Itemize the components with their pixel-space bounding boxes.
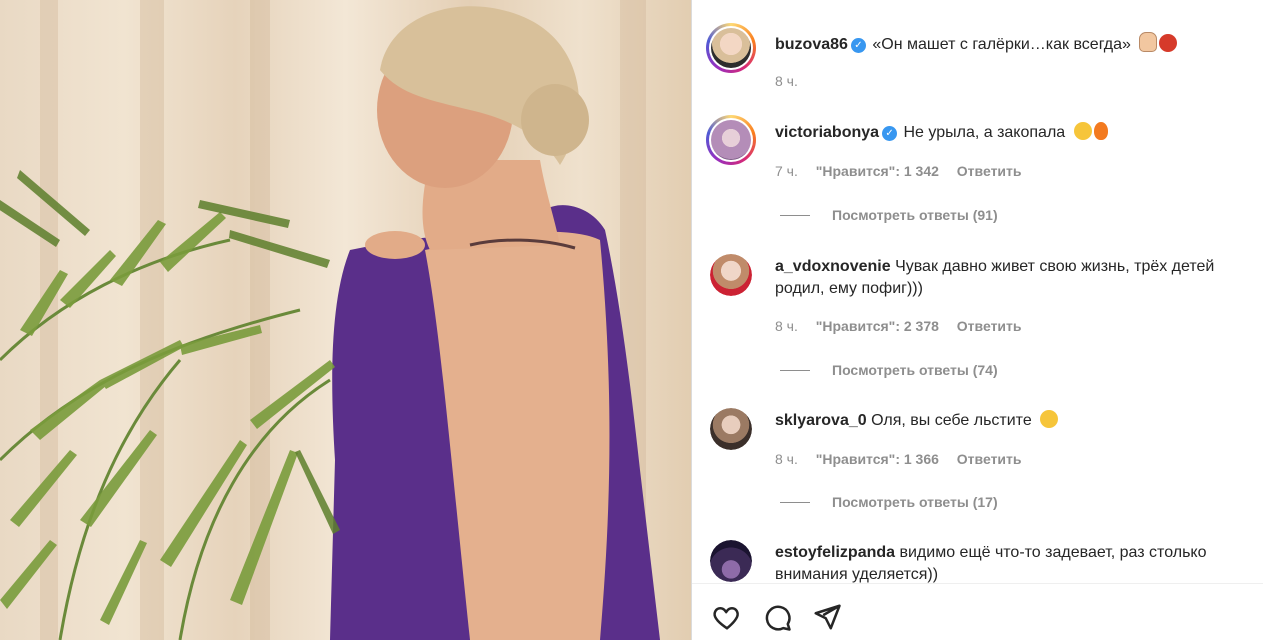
view-replies-label: Посмотреть ответы (74) (832, 362, 998, 378)
avatar[interactable] (710, 254, 752, 296)
username[interactable]: victoriabonya (775, 124, 879, 141)
timestamp[interactable]: 8 ч. (775, 73, 798, 89)
comment-text-row: estoyfelizpanda видимо ещё что-то задева… (775, 542, 1245, 583)
action-bar (692, 583, 1263, 641)
replies-divider-line (780, 369, 810, 371)
comments-panel: buzova86 ✓ «Он машет с галёрки…как всегда… (692, 0, 1263, 640)
username[interactable]: a_vdoxnovenie (775, 258, 891, 275)
verified-badge-icon: ✓ (882, 126, 898, 141)
username[interactable]: buzova86 (775, 36, 848, 53)
comment-text-row: a_vdoxnovenie Чувак давно живет свою жиз… (775, 256, 1245, 300)
view-replies-button[interactable]: Посмотреть ответы (91) (780, 207, 998, 223)
comment-text: Оля, вы себе льстите (871, 412, 1032, 429)
heart-icon[interactable] (712, 602, 742, 632)
comment-text-row: sklyarova_0 Оля, вы себе льстите (775, 410, 1245, 432)
caption-comment: buzova86 ✓ «Он машет с галёрки…как всегда… (692, 0, 1263, 110)
comment-text: Не урыла, а закопала (903, 124, 1066, 141)
comment-text-row: buzova86 ✓ «Он машет с галёрки…как всегда… (775, 32, 1245, 56)
avatar[interactable] (706, 115, 756, 165)
share-icon[interactable] (812, 602, 842, 632)
comment: estoyfelizpanda видимо ещё что-то задева… (692, 535, 1263, 583)
reply-button[interactable]: Ответить (957, 451, 1022, 467)
replies-divider-line (780, 214, 810, 216)
comment-text: «Он машет с галёрки…как всегда» (872, 36, 1131, 53)
raised-hand-emoji-icon (1139, 32, 1158, 52)
fire-emoji-icon (1093, 122, 1108, 140)
view-replies-label: Посмотреть ответы (91) (832, 207, 998, 223)
comment: sklyarova_0 Оля, вы себе льстите 8 ч. "Н… (692, 400, 1263, 520)
avatar[interactable] (710, 408, 752, 450)
username[interactable]: sklyarova_0 (775, 412, 867, 429)
comment-meta: 8 ч. "Нравится": 2 378 Ответить (775, 318, 1036, 334)
photo-illustration (0, 0, 660, 640)
avatar[interactable] (710, 540, 752, 582)
comment-icon[interactable] (762, 602, 792, 632)
post-photo (0, 0, 691, 640)
timestamp[interactable]: 7 ч. (775, 163, 798, 179)
laughing-emoji-icon (1073, 122, 1092, 140)
username[interactable]: estoyfelizpanda (775, 544, 895, 561)
comment-meta: 8 ч. (775, 73, 812, 89)
view-replies-label: Посмотреть ответы (17) (832, 494, 998, 510)
replies-divider-line (780, 501, 810, 503)
comment: victoriabonya ✓ Не урыла, а закопала 7 ч.… (692, 110, 1263, 240)
laughing-emoji-icon (1040, 410, 1059, 428)
comment-meta: 7 ч. "Нравится": 1 342 Ответить (775, 163, 1036, 179)
comment: a_vdoxnovenie Чувак давно живет свою жиз… (692, 250, 1263, 390)
comment-text-row: victoriabonya ✓ Не урыла, а закопала (775, 122, 1245, 144)
reply-button[interactable]: Ответить (957, 163, 1022, 179)
likes-count[interactable]: "Нравится": 2 378 (816, 318, 939, 334)
timestamp[interactable]: 8 ч. (775, 318, 798, 334)
avatar[interactable] (706, 23, 756, 73)
view-replies-button[interactable]: Посмотреть ответы (74) (780, 362, 998, 378)
comment-meta: 8 ч. "Нравится": 1 366 Ответить (775, 451, 1036, 467)
view-replies-button[interactable]: Посмотреть ответы (17) (780, 494, 998, 510)
verified-badge-icon: ✓ (850, 38, 866, 53)
timestamp[interactable]: 8 ч. (775, 451, 798, 467)
reply-button[interactable]: Ответить (957, 318, 1022, 334)
smiling-devil-emoji-icon (1159, 34, 1178, 52)
likes-count[interactable]: "Нравится": 1 342 (816, 163, 939, 179)
likes-count[interactable]: "Нравится": 1 366 (816, 451, 939, 467)
